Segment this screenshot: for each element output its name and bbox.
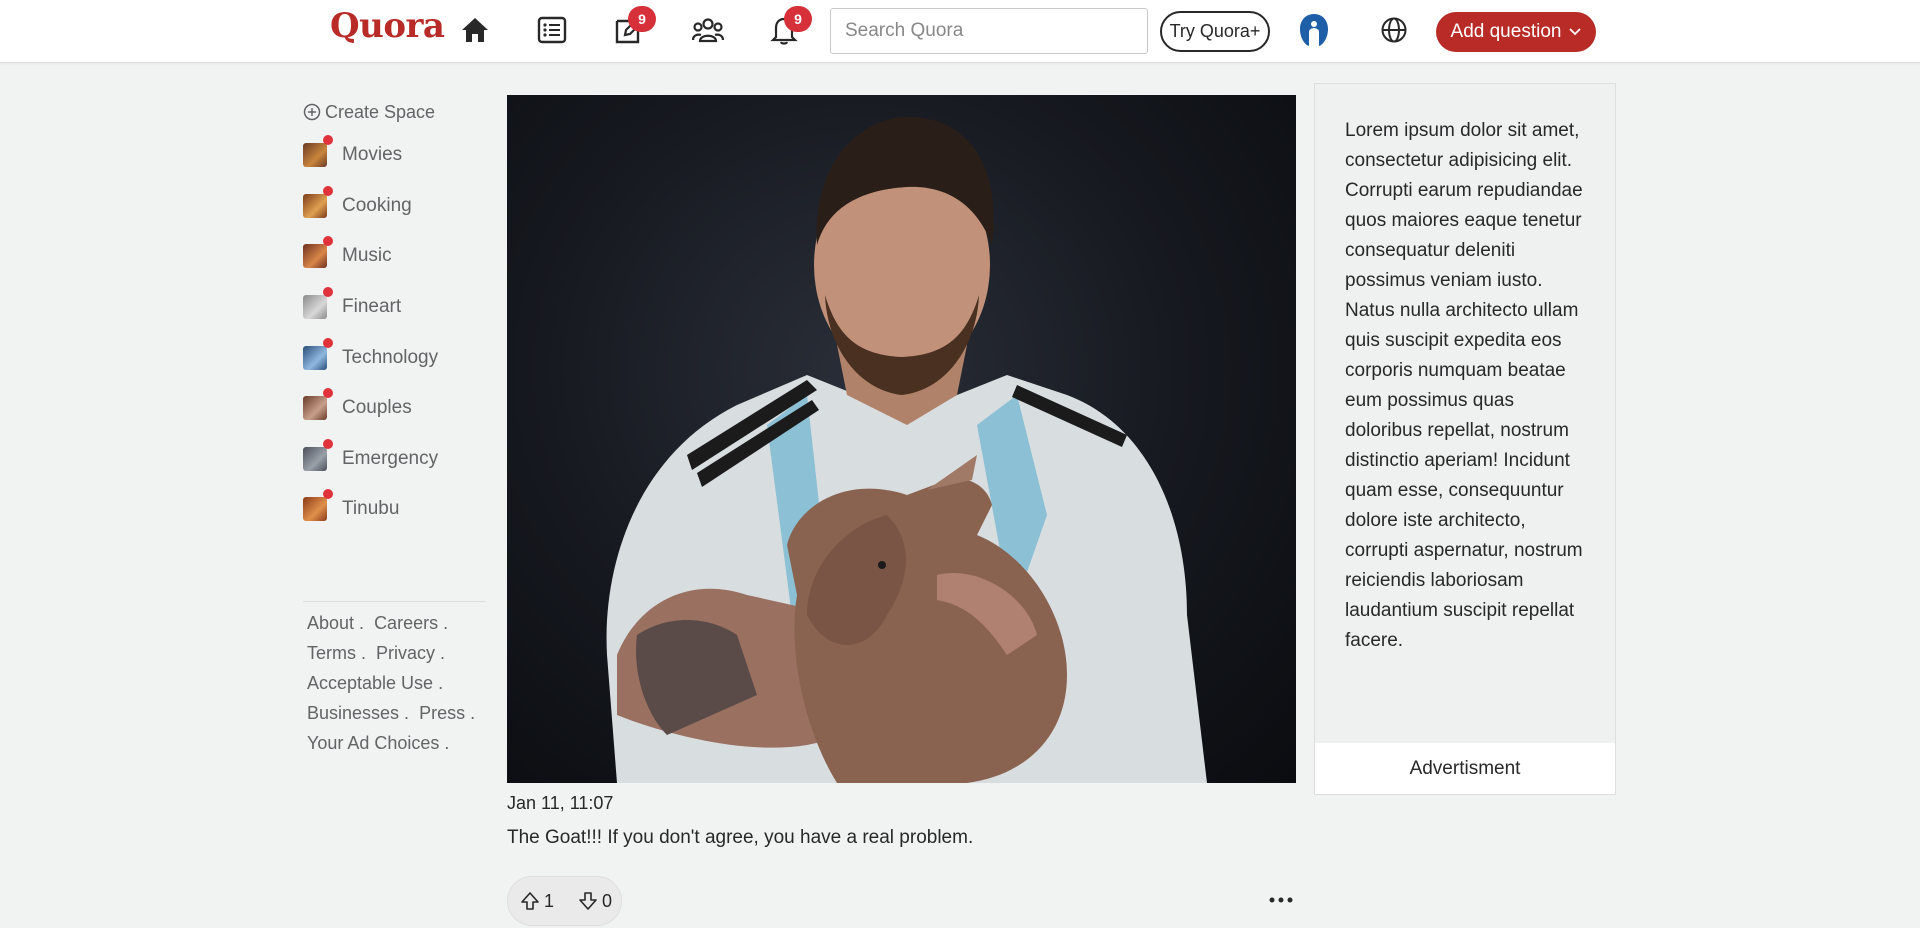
sidebar-item-label: Cooking: [342, 194, 412, 216]
unread-dot: [323, 337, 333, 348]
downvote-arrow-icon: [579, 892, 597, 910]
downvote-count: 0: [602, 890, 613, 911]
sidebar-item-emergency[interactable]: Emergency: [303, 434, 488, 485]
sidebar-item-fineart[interactable]: Fineart: [303, 282, 488, 333]
create-space-button[interactable]: Create Space: [303, 96, 488, 128]
sidebar-item-label: Tinubu: [342, 498, 400, 520]
unread-dot: [323, 489, 333, 500]
spaces-icon[interactable]: [690, 14, 726, 46]
space-thumbnail: [303, 337, 333, 370]
try-quora-plus-button[interactable]: Try Quora+: [1160, 11, 1270, 52]
ad-choices-link[interactable]: Your Ad Choices .: [307, 733, 449, 753]
home-icon[interactable]: [459, 14, 491, 46]
businesses-link[interactable]: Businesses .: [307, 703, 409, 723]
more-options-icon[interactable]: [1266, 890, 1296, 910]
ad-footer-label: Advertisment: [1315, 743, 1615, 794]
space-thumbnail: [303, 438, 333, 471]
sidebar-item-label: Emergency: [342, 447, 439, 469]
privacy-link[interactable]: Privacy .: [376, 643, 445, 663]
unread-dot: [323, 287, 333, 298]
quora-logo[interactable]: Quora: [330, 6, 445, 46]
space-thumbnail: [303, 135, 333, 168]
space-image: [303, 295, 327, 320]
space-thumbnail: [303, 489, 333, 522]
top-navbar: Quora 9 9 Try Quora+ Add question: [0, 0, 1920, 63]
notifications-badge: 9: [784, 6, 812, 32]
following-icon[interactable]: [536, 14, 568, 46]
press-link[interactable]: Press .: [419, 703, 475, 723]
unread-dot: [323, 388, 333, 399]
vote-controls: 1 0: [507, 876, 622, 926]
sidebar-item-label: Fineart: [342, 296, 402, 318]
space-image: [303, 446, 327, 471]
advertisement-card[interactable]: Lorem ipsum dolor sit amet, consectetur …: [1314, 83, 1616, 795]
unread-dot: [323, 438, 333, 449]
ad-text: Lorem ipsum dolor sit amet, consectetur …: [1345, 120, 1583, 651]
sidebar-item-music[interactable]: Music: [303, 231, 488, 282]
answer-icon[interactable]: 9: [612, 6, 656, 46]
post-text: The Goat!!! If you don't agree, you have…: [507, 827, 974, 848]
terms-link[interactable]: Terms .: [307, 643, 366, 663]
sidebar-item-label: Technology: [342, 346, 439, 368]
search-input[interactable]: [830, 8, 1148, 54]
upvote-button[interactable]: 1: [508, 877, 566, 925]
space-image: [303, 143, 327, 168]
space-thumbnail: [303, 388, 333, 421]
space-thumbnail: [303, 236, 333, 269]
unread-dot: [323, 236, 333, 247]
downvote-button[interactable]: 0: [566, 877, 624, 925]
about-link[interactable]: About .: [307, 613, 364, 633]
space-image: [303, 396, 327, 421]
upvote-count: 1: [544, 890, 555, 911]
upvote-arrow-icon: [521, 892, 539, 910]
sidebar-item-label: Couples: [342, 397, 412, 419]
space-image: [303, 244, 327, 269]
notifications-icon[interactable]: 9: [768, 6, 812, 46]
space-image: [303, 497, 327, 522]
sidebar-item-technology[interactable]: Technology: [303, 332, 488, 383]
sidebar-item-movies[interactable]: Movies: [303, 130, 488, 181]
space-thumbnail: [303, 185, 333, 218]
create-space-label: Create Space: [325, 101, 436, 122]
post-image[interactable]: [507, 95, 1296, 783]
language-globe-icon[interactable]: [1378, 14, 1410, 46]
sidebar-item-couples[interactable]: Couples: [303, 383, 488, 434]
unread-dot: [323, 185, 333, 196]
space-image: [303, 193, 327, 218]
sidebar-item-label: Movies: [342, 144, 403, 166]
answer-badge: 9: [628, 6, 656, 32]
footer-links: About . Careers . Terms . Privacy . Acce…: [303, 602, 488, 764]
plus-circle-icon: [303, 103, 321, 121]
spaces-sidebar: Create Space Movies Cooking Music Fineart Te…: [303, 96, 488, 764]
sidebar-item-label: Music: [342, 245, 392, 267]
add-question-label: Add question: [1450, 21, 1562, 42]
space-list: Movies Cooking Music Fineart Technology Coupl…: [303, 130, 488, 535]
space-image: [303, 345, 327, 370]
chevron-down-icon: [1569, 28, 1582, 36]
sidebar-item-tinubu[interactable]: Tinubu: [303, 484, 488, 535]
acceptable-use-link[interactable]: Acceptable Use .: [307, 673, 443, 693]
add-question-button[interactable]: Add question: [1436, 12, 1596, 52]
sidebar-item-cooking[interactable]: Cooking: [303, 181, 488, 232]
post-date: Jan 11, 11:07: [507, 793, 614, 813]
careers-link[interactable]: Careers .: [374, 613, 448, 633]
space-thumbnail: [303, 287, 333, 320]
profile-avatar[interactable]: [1296, 12, 1332, 48]
unread-dot: [323, 135, 333, 146]
